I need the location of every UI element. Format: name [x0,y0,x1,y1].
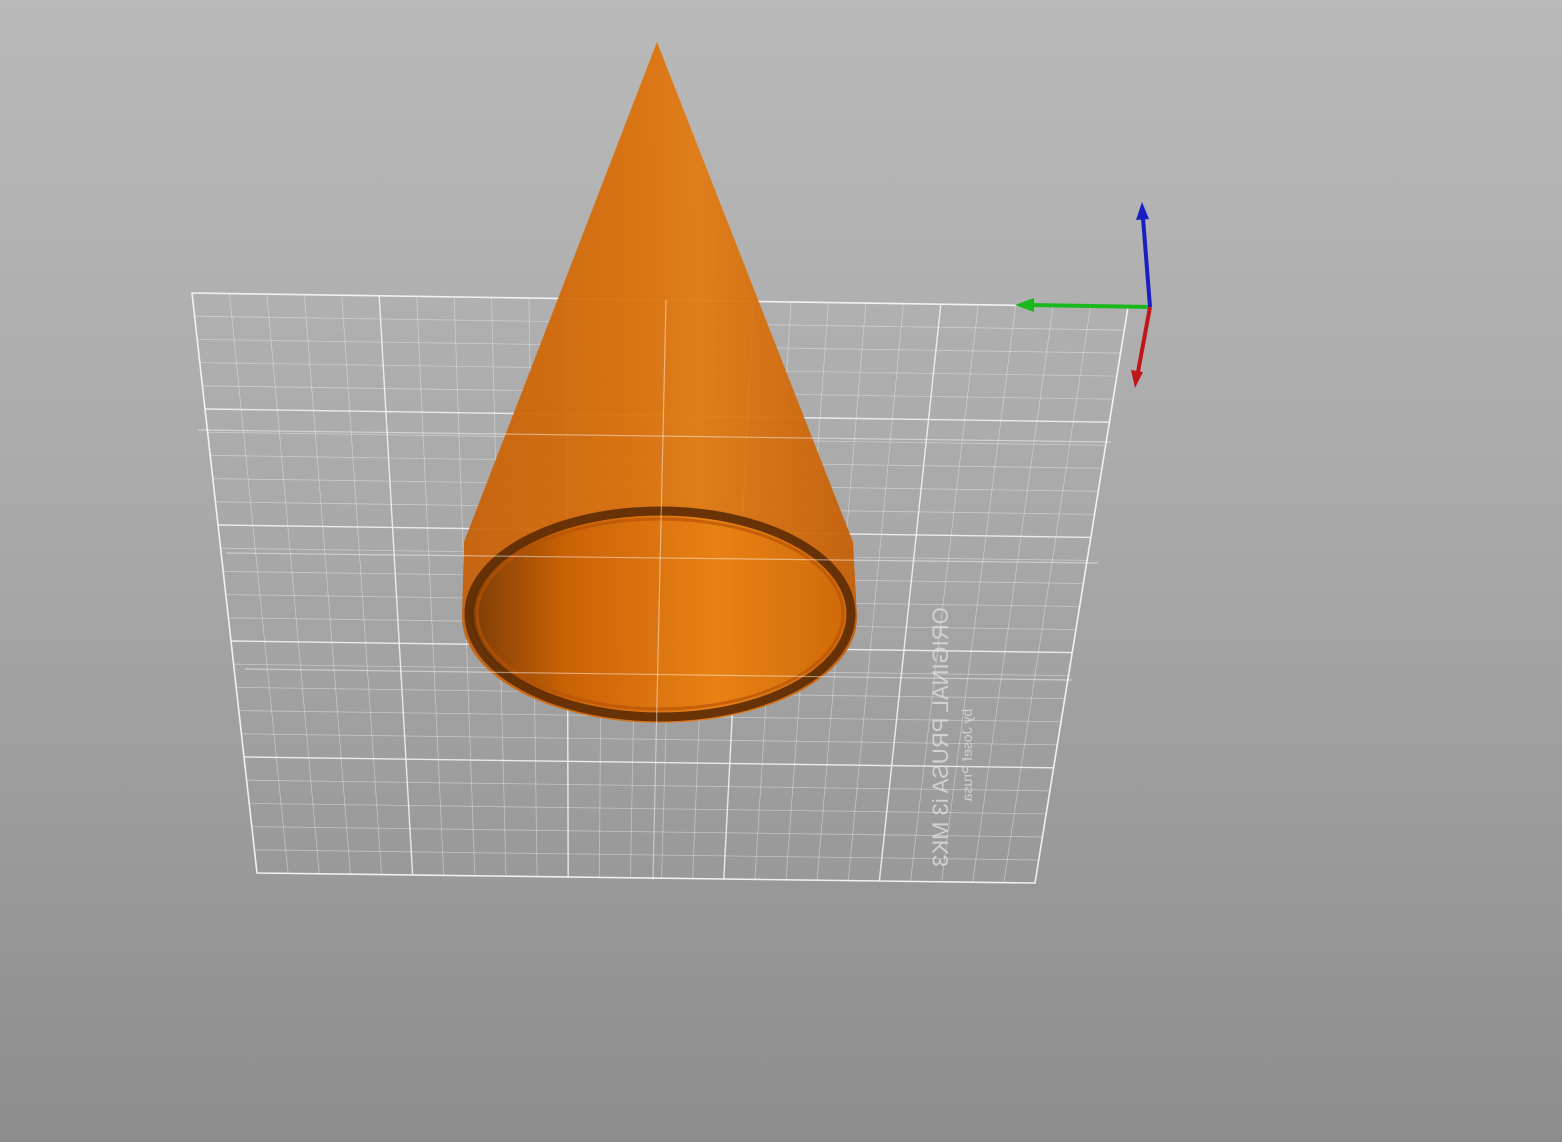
bed-grid-line-major [378,295,414,876]
bed-grid-line [341,295,382,875]
bed-logo-title: ORIGINAL PRUSA i3 MK3 [928,607,953,867]
x-axis-arrow [1131,370,1143,388]
bed-grid-line [229,293,289,874]
y-axis-arrow [1015,298,1034,312]
bed-grid-line [1003,306,1091,883]
bed-grid-line [254,849,1039,861]
bed-logo-subtitle: by Josef Prusa [959,709,975,802]
scene-canvas[interactable]: ORIGINAL PRUSA i3 MK3 by Josef Prusa [0,0,1562,1142]
y-axis [1029,303,1151,309]
z-axis [1141,217,1152,308]
bed-grid-line [416,296,445,876]
bed-grid-line [249,803,1047,815]
3d-viewport[interactable]: ORIGINAL PRUSA i3 MK3 by Josef Prusa [0,0,1562,1142]
cone-model[interactable] [462,42,857,723]
bed-grid-line [251,826,1043,838]
bed-grid-line [847,303,904,881]
bed-grid-line [972,305,1054,883]
x-axis [1136,306,1152,373]
z-axis-arrow [1136,202,1149,220]
